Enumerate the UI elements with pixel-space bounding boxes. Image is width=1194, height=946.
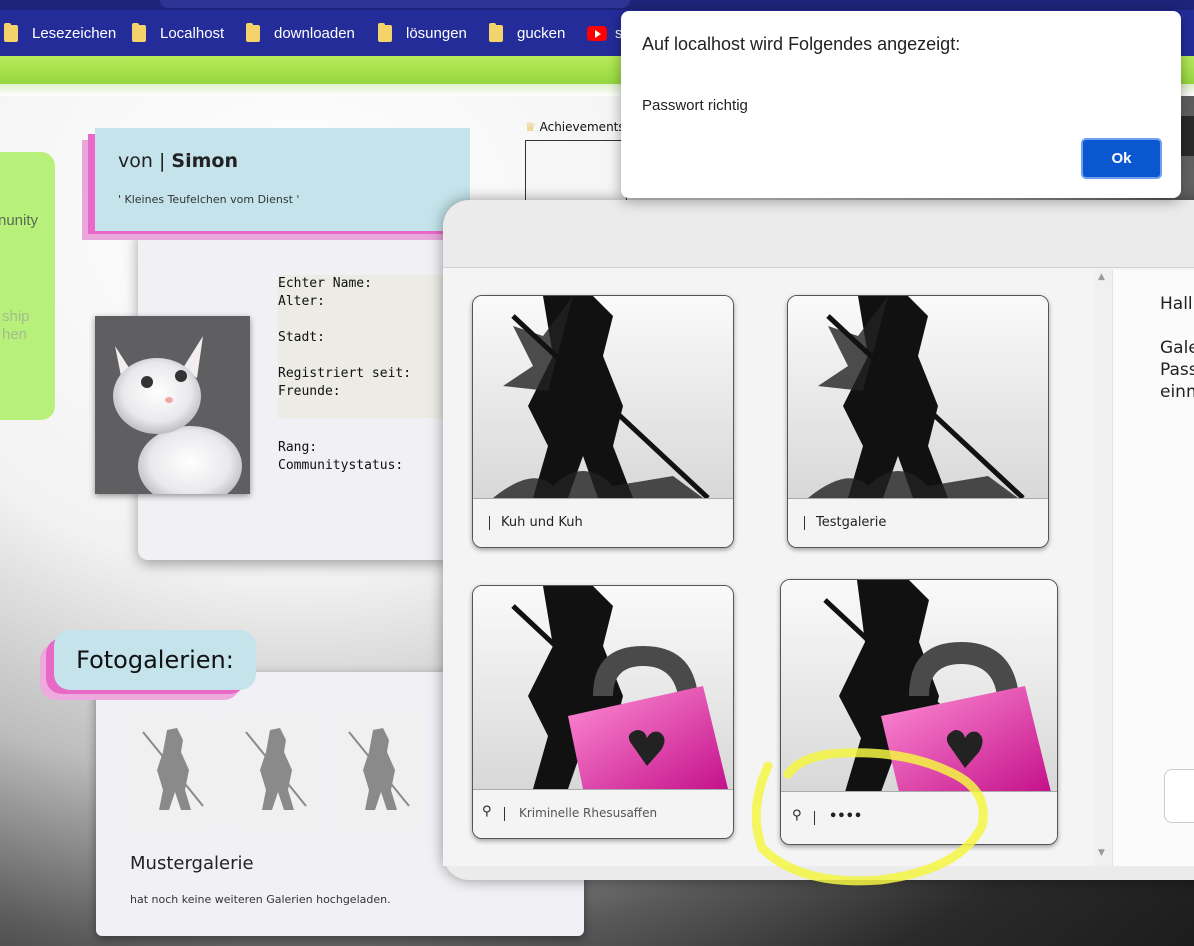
youtube-icon [587,26,607,41]
gallery-thumbnail[interactable] [228,710,321,830]
silhouette-icon [331,710,424,830]
field-registered: Registriert seit: [278,366,412,381]
silhouette-icon [125,710,218,830]
separator [504,807,505,821]
modal-scrollbar[interactable] [1094,270,1112,866]
alert-message: Passwort richtig [642,97,748,114]
profile-name: Simon [171,150,238,172]
gallery-item-name: Testgalerie [816,515,887,530]
right-pane-line-2: Pass [1160,360,1194,380]
right-pane-line-1: Gale [1160,338,1194,358]
field-real-name: Echter Name: [278,276,372,291]
gallery-item-kriminelle-rhesusaffen[interactable]: ⚲ Kriminelle Rhesusaffen [472,585,734,839]
field-rank: Rang: [278,440,318,455]
silhouette-icon [473,296,733,498]
gallery-thumbnail[interactable] [331,710,424,830]
profile-header [95,128,470,231]
scroll-down-icon[interactable]: ▼ [1098,848,1105,858]
silhouette-icon [228,710,321,830]
left-nav-panel: nunity ship hen [0,152,55,420]
silhouette-icon [788,296,1048,498]
gallery-item-name: Kuh und Kuh [501,515,583,530]
gallery-item-name: Kriminelle Rhesusaffen [519,806,658,820]
folder-icon [489,23,503,42]
gallery-note: hat noch keine weiteren Galerien hochgel… [130,893,391,906]
right-pane-line-3: einm [1160,382,1194,402]
right-pane-greeting: Hall [1160,294,1193,314]
separator [804,516,805,530]
key-icon: ⚲ [482,804,492,819]
address-bar[interactable] [160,0,630,8]
locked-gallery-image [473,586,733,789]
folder-icon [132,23,146,42]
left-nav-item-ship[interactable]: ship [2,308,30,325]
folder-icon [246,23,260,42]
von-prefix: von | [118,150,166,172]
scroll-up-icon[interactable]: ▲ [1098,272,1105,282]
gallery-item-kuh-und-kuh[interactable]: Kuh und Kuh [472,295,734,548]
folder-icon [4,23,18,42]
separator [489,516,490,530]
profile-title: von | Simon [118,150,238,172]
gallery-item-footer: Testgalerie [788,498,1048,547]
gallery-item-footer: Kuh und Kuh [473,498,733,547]
field-age: Alter: [278,294,325,309]
field-friends: Freunde: [278,384,341,399]
gallery-section-title: Fotogalerien: [54,630,256,690]
ok-button[interactable]: Ok [1081,138,1162,179]
gallery-item-footer: ⚲ Kriminelle Rhesusaffen [473,789,733,838]
left-nav-item-hen[interactable]: hen [2,326,27,343]
highlight-scribble [751,748,988,886]
profile-avatar [95,316,250,494]
crown-icon: ♕ [525,120,536,134]
gallery-name[interactable]: Mustergalerie [130,853,254,874]
background-panel-edge [1180,116,1194,156]
right-pane-button[interactable] [1164,769,1194,823]
alert-title: Auf localhost wird Folgendes angezeigt: [642,34,961,54]
field-community-status: Communitystatus: [278,458,404,473]
gallery-thumbnail[interactable] [125,710,218,830]
achievements-label[interactable]: ♕ Achievements [525,120,625,134]
gallery-item-testgalerie[interactable]: Testgalerie [787,295,1049,548]
cat-icon [95,316,250,494]
field-city: Stadt: [278,330,325,345]
left-nav-item-community[interactable]: nunity [0,212,38,229]
folder-icon [378,23,392,42]
profile-motto: ' Kleines Teufelchen vom Dienst ' [118,193,300,206]
